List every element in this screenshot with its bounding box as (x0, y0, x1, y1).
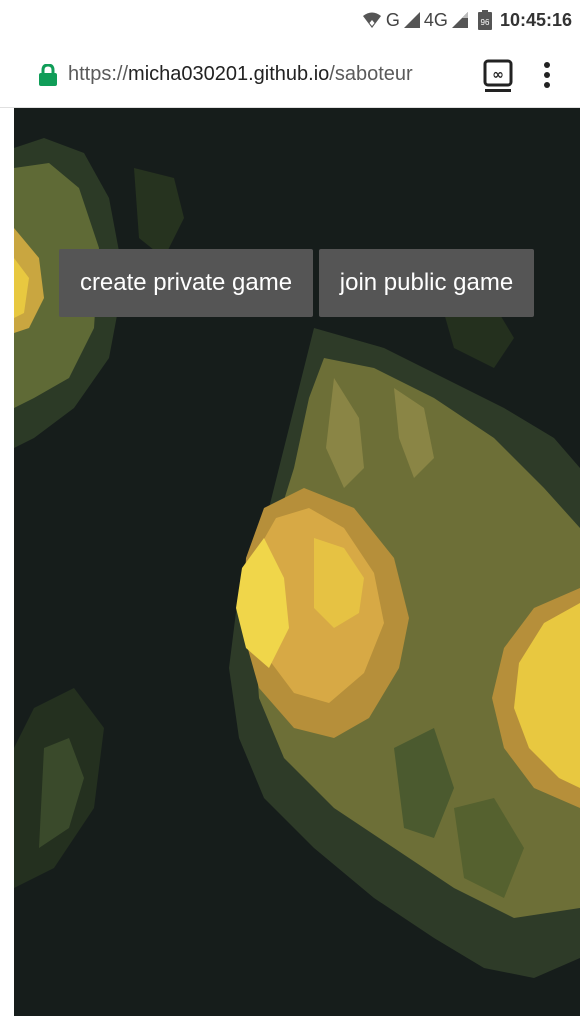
signal-icon (403, 12, 420, 28)
browser-toolbar: https://micha030201.github.io/saboteur ∞ (0, 40, 580, 108)
create-private-game-button[interactable]: create private game (59, 249, 313, 317)
overflow-menu-icon[interactable] (540, 62, 554, 88)
url-path: /saboteur (329, 63, 413, 85)
network-type: 4G (423, 9, 448, 30)
url-field[interactable]: https://micha030201.github.io/saboteur (68, 63, 413, 86)
network-label: G (385, 9, 400, 30)
join-public-game-button[interactable]: join public game (319, 249, 534, 317)
clock: 10:45:16 (499, 9, 572, 30)
tab-switcher-icon[interactable]: ∞ (483, 59, 513, 93)
wifi-icon (362, 11, 382, 29)
svg-text:∞: ∞ (492, 67, 504, 83)
url-host: micha030201.github.io (128, 63, 330, 85)
signal-icon (451, 12, 468, 28)
status-bar: G 4G 96 10:45:16 (0, 0, 580, 40)
battery-icon: 96 (477, 10, 492, 30)
url-scheme: https:// (68, 63, 129, 85)
cave-background (14, 108, 580, 1016)
lock-icon[interactable] (38, 63, 58, 86)
battery-level: 96 (480, 18, 489, 27)
game-canvas[interactable]: create private game join public game (14, 108, 580, 1016)
